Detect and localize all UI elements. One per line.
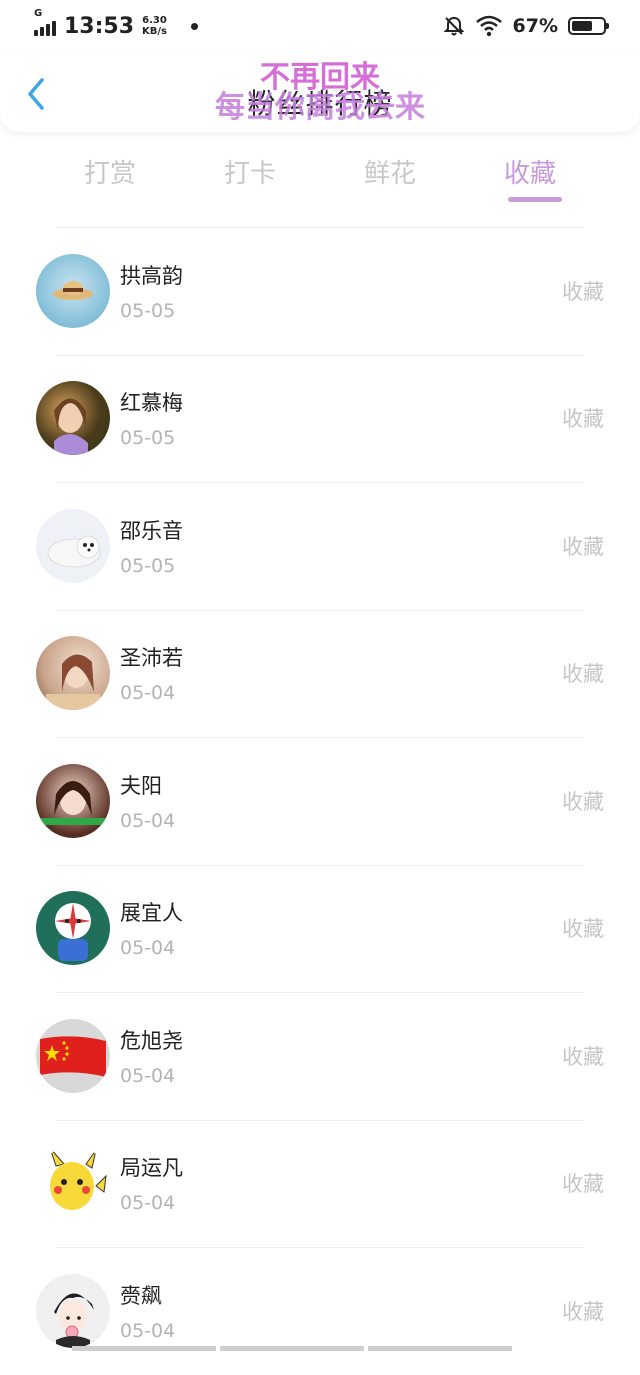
user-date: 05-04 xyxy=(120,682,176,705)
favorite-label: 收藏 xyxy=(562,279,604,304)
battery-percent: 67% xyxy=(512,15,558,37)
wifi-icon xyxy=(475,15,502,37)
speed-unit: KB/s xyxy=(142,26,168,37)
user-date: 05-04 xyxy=(120,809,176,832)
girl-portrait-avatar[interactable] xyxy=(36,636,110,711)
list-item[interactable]: 邵乐音 05-05 收藏 xyxy=(0,482,640,610)
tab-checkin[interactable]: 打卡 xyxy=(200,145,300,205)
favorite-label: 收藏 xyxy=(562,1299,604,1324)
user-date: 05-05 xyxy=(120,427,176,450)
user-date: 05-04 xyxy=(120,1064,176,1087)
network-type: G xyxy=(34,8,43,19)
seal-pup-avatar[interactable] xyxy=(36,508,110,583)
user-name: 夫阳 xyxy=(120,773,162,798)
list-item[interactable]: 危旭尧 05-04 收藏 xyxy=(0,992,640,1120)
list-item[interactable]: 展宜人 05-04 收藏 xyxy=(0,864,640,993)
overlay-text-bottom: 每当你离我去来 xyxy=(215,90,425,125)
list-item[interactable]: 红慕梅 05-05 收藏 xyxy=(0,354,640,483)
hat-photo-avatar[interactable] xyxy=(36,253,110,328)
list-item[interactable]: 局运凡 05-04 收藏 xyxy=(0,1119,640,1248)
list-item[interactable]: 拱高韵 05-05 收藏 xyxy=(0,227,640,355)
user-date: 05-05 xyxy=(120,554,176,577)
woman-portrait-avatar[interactable] xyxy=(36,381,110,456)
notification-dot xyxy=(191,22,199,30)
favorite-label: 收藏 xyxy=(562,789,604,814)
china-flag-avatar[interactable] xyxy=(36,1018,110,1093)
user-name: 展宜人 xyxy=(120,901,183,926)
favorite-label: 收藏 xyxy=(562,534,604,559)
signal-icon: G xyxy=(34,8,56,36)
favorite-label: 收藏 xyxy=(562,1172,604,1197)
speed-value: 6.30 xyxy=(142,15,167,26)
list-item[interactable]: 圣沛若 05-04 收藏 xyxy=(0,609,640,738)
fan-list: 拱高韵 05-05 收藏 红慕梅 05-05 收藏 邵乐音 05-05 收藏 圣… xyxy=(0,227,640,1375)
user-name: 危旭尧 xyxy=(120,1028,183,1053)
user-date: 05-04 xyxy=(120,1192,176,1215)
pikachu-avatar[interactable] xyxy=(36,1146,110,1221)
user-name: 圣沛若 xyxy=(120,646,183,671)
favorite-label: 收藏 xyxy=(562,407,604,432)
list-item[interactable]: 夫阳 05-04 收藏 xyxy=(0,737,640,865)
tab-favorite[interactable]: 收藏 xyxy=(480,145,580,205)
header: 粉丝排行榜 不再回来 每当你离我去来 xyxy=(0,52,640,132)
bottom-indicator xyxy=(72,1346,512,1351)
status-bar: G 13:53 6.30 KB/s 67% xyxy=(0,0,640,52)
user-name: 赍飙 xyxy=(120,1283,162,1308)
tab-bar: 打赏 打卡 鲜花 收藏 xyxy=(0,145,640,205)
user-name: 局运凡 xyxy=(120,1156,183,1181)
user-name: 邵乐音 xyxy=(120,518,183,543)
user-name: 拱高韵 xyxy=(120,263,183,288)
network-speed: 6.30 KB/s xyxy=(142,15,167,37)
favorite-label: 收藏 xyxy=(562,917,604,942)
tab-reward[interactable]: 打赏 xyxy=(60,145,160,205)
bell-muted-icon xyxy=(443,16,464,36)
list-item[interactable]: 赍飙 05-04 收藏 xyxy=(0,1247,640,1375)
status-time: 13:53 xyxy=(64,13,135,39)
user-date: 05-05 xyxy=(120,299,176,322)
girl-closeup-avatar[interactable] xyxy=(36,763,110,838)
tab-flower[interactable]: 鲜花 xyxy=(340,145,440,205)
favorite-label: 收藏 xyxy=(562,662,604,687)
battery-icon xyxy=(568,17,609,35)
favorite-label: 收藏 xyxy=(562,1044,604,1069)
user-name: 红慕梅 xyxy=(120,391,183,416)
user-date: 05-04 xyxy=(120,937,176,960)
anime-boy-avatar[interactable] xyxy=(36,1273,110,1348)
user-date: 05-04 xyxy=(120,1319,176,1342)
cartoon-character-avatar[interactable] xyxy=(36,891,110,966)
